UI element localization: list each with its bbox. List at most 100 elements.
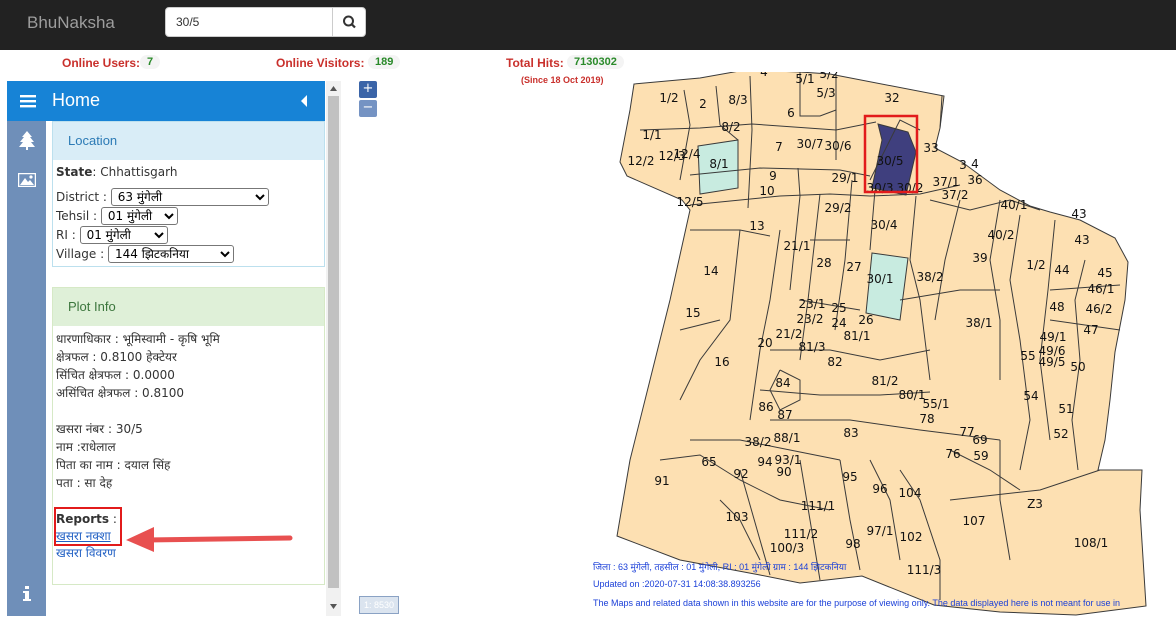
image-icon[interactable] — [18, 173, 36, 187]
total-hits-label: Total Hits: — [506, 56, 564, 70]
plot-label: 16 — [714, 355, 729, 369]
district-select[interactable]: 63 मुंगेली — [110, 188, 269, 206]
plot-label: 40/1 — [1001, 198, 1028, 212]
plot-label: 97/1 — [867, 524, 894, 538]
plot-label: 111/3 — [907, 563, 942, 577]
plot-label: 103 — [726, 510, 749, 524]
plot-label: 69 — [972, 433, 987, 447]
plot-label: 8/1 — [709, 157, 728, 171]
state-row: State: Chhattisgarh — [56, 165, 177, 179]
plot-label: 100/3 — [770, 541, 805, 555]
plot-label: 48 — [1049, 300, 1064, 314]
plot-info-heading: Plot Info — [53, 288, 324, 326]
plot-label: 76 — [945, 447, 960, 461]
plot-label: 52 — [1053, 427, 1068, 441]
plot-label: 1/1 — [642, 128, 661, 142]
zoom-out-button[interactable]: − — [359, 100, 377, 117]
plot-label: 7 — [775, 140, 783, 154]
plot-label: 29/2 — [825, 201, 852, 215]
ri-label: RI : — [56, 228, 76, 242]
plot-label: 65 — [701, 455, 716, 469]
plot-label: 81/2 — [872, 374, 899, 388]
area-text: क्षेत्रफल : 0.8100 हेक्टेयर — [56, 350, 177, 364]
ri-select[interactable]: 01 मुंगेली — [79, 226, 168, 244]
cadastral-map[interactable]: 4 5/25/15/31/2 2 8/3 3261/18/212/412/312/2 8/… — [345, 72, 1176, 624]
plot-label: 29/1 — [832, 171, 859, 185]
hamburger-icon[interactable] — [20, 94, 36, 108]
plot-label: 108/1 — [1074, 536, 1109, 550]
plot-label: Z3 — [1027, 497, 1043, 511]
owner-name-text: नाम :राधेलाल — [56, 440, 116, 454]
plot-label: 15 — [685, 306, 700, 320]
plot-label: 45 — [1097, 266, 1112, 280]
village-label: Village : — [56, 247, 105, 261]
plot-label: 37/2 — [942, 188, 969, 202]
plot-label: 21/1 — [784, 239, 811, 253]
plot-label: 94 — [757, 455, 772, 469]
tehsil-row: Tehsil : 01 मुंगेली — [56, 207, 178, 225]
plot-label: 38/1 — [966, 316, 993, 330]
state-label: State — [56, 165, 93, 179]
plot-label: 28 — [816, 256, 831, 270]
brand-title[interactable]: BhuNaksha — [27, 13, 115, 33]
plot-label: 44 — [1054, 263, 1069, 277]
navbar: BhuNaksha 30/5 — [0, 0, 1176, 50]
plot-label: 49/5 — [1039, 355, 1066, 369]
plot-label: 30/5 — [877, 154, 904, 168]
plot-label: 32 — [884, 91, 899, 105]
plot-label: 40/2 — [988, 228, 1015, 242]
district-row: District : 63 मुंगेली — [56, 188, 269, 206]
plot-label: 25 — [831, 301, 846, 315]
plot-label: 8/2 — [721, 120, 740, 134]
tehsil-select[interactable]: 01 मुंगेली — [100, 207, 178, 225]
reports-highlight-box — [54, 507, 122, 546]
plot-label: 6 — [787, 106, 795, 120]
plot-label: 59 — [973, 449, 988, 463]
plot-label: 10 — [759, 184, 774, 198]
plot-label: 12/3 — [659, 149, 686, 163]
plot-label: 12/2 — [628, 154, 655, 168]
plot-label: 30/6 — [825, 139, 852, 153]
plot-label: 92 — [733, 467, 748, 481]
plot-label: 81/3 — [799, 340, 826, 354]
plot-label: 50 — [1070, 360, 1085, 374]
map-location-info: जिला : 63 मुंगेली, तहसील : 01 मुंगेली, R… — [593, 562, 847, 572]
search-input[interactable]: 30/5 — [165, 7, 333, 37]
plot-label: 55 — [1020, 349, 1035, 363]
scroll-down-icon[interactable] — [329, 603, 338, 610]
plot-label: 39 — [972, 251, 987, 265]
search-button[interactable] — [332, 7, 366, 37]
plot-label: 33 — [923, 141, 938, 155]
tree-icon[interactable] — [19, 130, 35, 150]
address-text: पता : सा देह — [56, 476, 113, 490]
district-label: District : — [56, 190, 107, 204]
plot-label: 96 — [872, 482, 887, 496]
plot-label: 24 — [831, 316, 846, 330]
plot-label: 37/1 — [933, 175, 960, 189]
panel-title: Home — [52, 90, 101, 110]
tenure-text: धारणाधिकार : भूमिस्वामी - कृषि भूमि — [56, 332, 220, 346]
collapse-arrow-icon[interactable] — [299, 94, 309, 108]
info-icon[interactable] — [22, 586, 32, 602]
plot-label: 46/1 — [1088, 282, 1115, 296]
owner-details: खसरा नंबर : 30/5 नाम :राधेलाल पिता का ना… — [56, 420, 170, 492]
panel-scrollbar-thumb[interactable] — [328, 96, 339, 588]
state-value: : Chhattisgarh — [92, 165, 178, 179]
plot-label: 36 — [967, 173, 982, 187]
plot-label: 84 — [775, 376, 790, 390]
map-canvas[interactable]: 4 5/2 5/1 5/3 1/2 2 8/3 32 6 1/1 8/2 12/4 12/3 12/2 8/… — [345, 72, 1176, 624]
plot-label: 14 — [703, 264, 718, 278]
plot-label: 30/4 — [871, 218, 898, 232]
scroll-up-icon[interactable] — [329, 85, 338, 92]
zoom-in-button[interactable]: + — [359, 81, 377, 98]
plot-label: 1/2 — [659, 91, 678, 105]
khasra-details-link[interactable]: खसरा विवरण — [56, 545, 117, 562]
plot-label: 21/2 — [776, 327, 803, 341]
pointer-arrow — [126, 527, 293, 552]
plot-label: 54 — [1023, 389, 1038, 403]
plot-label: 49/1 — [1040, 330, 1067, 344]
plot-label: 91 — [654, 474, 669, 488]
unirrigated-area-text: असिंचित क्षेत्रफल : 0.8100 — [56, 386, 185, 400]
village-select[interactable]: 144 झिटकनिया — [108, 245, 234, 263]
plot-label: 1/2 — [1026, 258, 1045, 272]
